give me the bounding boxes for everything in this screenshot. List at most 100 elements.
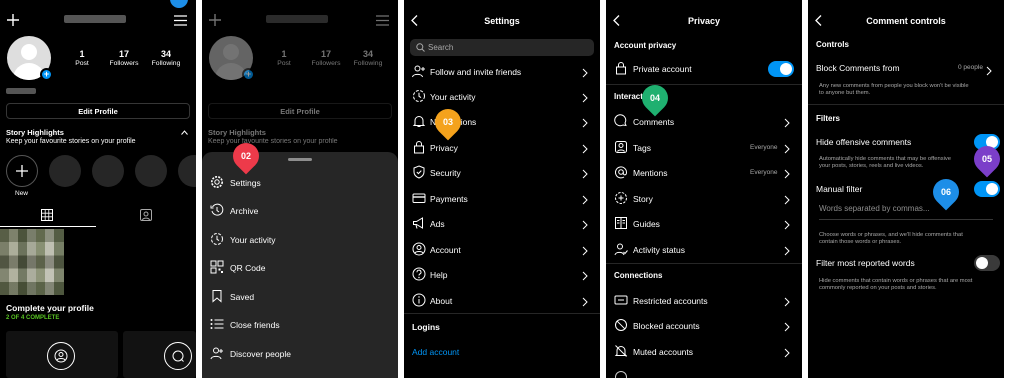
marker-01-partial <box>170 0 188 8</box>
your-activity-icon <box>210 232 224 246</box>
menu-discover-people[interactable]: Discover people <box>230 349 291 359</box>
controls-header: Controls <box>816 40 849 49</box>
privacy-mentions[interactable]: Mentions <box>633 168 668 178</box>
menu-your-activity[interactable]: Your activity <box>230 235 276 245</box>
chevron-right-icon <box>784 319 794 332</box>
manual-filter-toggle[interactable] <box>974 181 1000 197</box>
chevron-right-icon <box>582 192 592 205</box>
username-blurred <box>64 15 126 23</box>
settings-ads[interactable]: Ads <box>430 219 445 229</box>
posts-count: 1 <box>79 49 85 59</box>
archive-icon <box>210 203 224 217</box>
add-account-link[interactable]: Add account <box>412 347 459 357</box>
sheet-grabber[interactable] <box>288 158 312 161</box>
grid-tab-icon[interactable] <box>40 208 54 222</box>
privacy-tags[interactable]: Tags <box>633 143 651 153</box>
hide-offensive-label: Hide offensive comments <box>816 137 912 147</box>
section-divider <box>606 84 802 85</box>
search-icon <box>416 43 425 52</box>
profile-photo-card-icon <box>47 342 75 370</box>
add-story-plus-icon: + <box>242 68 255 81</box>
posts-count: 1 <box>281 49 287 59</box>
followers-count[interactable]: 17 <box>104 49 144 59</box>
privacy-comments[interactable]: Comments <box>633 117 674 127</box>
settings-screen: Settings Search Follow and invite friend… <box>404 0 600 378</box>
settings-payments[interactable]: Payments <box>430 194 468 204</box>
privacy-activity-status[interactable]: Activity status <box>633 245 685 255</box>
edit-profile-button: Edit Profile <box>208 103 392 119</box>
hide-offensive-description-2: your posts, stories, reels and live vide… <box>819 163 924 169</box>
hamburger-menu-icon[interactable] <box>173 14 187 26</box>
connections-header: Connections <box>614 271 663 280</box>
settings-privacy[interactable]: Privacy <box>430 143 458 153</box>
card-icon <box>412 191 426 205</box>
close-friends-icon <box>210 317 224 331</box>
block-description-2: to anyone but them. <box>819 90 871 96</box>
chevron-right-icon <box>784 345 794 358</box>
highlights-subtitle: Keep your favourite stories on your prof… <box>6 138 136 145</box>
privacy-story[interactable]: Story <box>633 194 653 204</box>
menu-saved[interactable]: Saved <box>230 292 254 302</box>
search-placeholder: Search <box>428 43 454 52</box>
edit-profile-button[interactable]: Edit Profile <box>6 103 190 119</box>
chevron-right-icon <box>784 141 794 154</box>
account-icon <box>412 242 426 256</box>
block-description-1: Any new comments from people you block w… <box>819 83 969 89</box>
manual-filter-input[interactable]: Words separated by commas... <box>819 204 930 213</box>
new-highlight-button[interactable] <box>6 155 38 187</box>
display-name-blurred <box>6 88 36 94</box>
followers-label[interactable]: Followers <box>102 60 146 67</box>
mention-icon <box>614 165 628 179</box>
profile-screen: + 1 Post 17 Followers 34 Following Edit … <box>0 0 196 378</box>
settings-about[interactable]: About <box>430 296 452 306</box>
chevron-right-icon <box>784 243 794 256</box>
page-title: Privacy <box>687 16 721 26</box>
guides-icon <box>614 216 628 230</box>
private-account-label: Private account <box>633 64 692 74</box>
active-tab-indicator <box>0 226 96 227</box>
privacy-guides[interactable]: Guides <box>633 219 660 229</box>
privacy-restricted[interactable]: Restricted accounts <box>633 296 708 306</box>
chevron-right-icon <box>582 65 592 78</box>
most-reported-toggle[interactable] <box>974 255 1000 271</box>
info-icon <box>412 293 426 307</box>
partial-row-icon <box>614 370 628 378</box>
private-account-toggle[interactable] <box>768 61 794 77</box>
menu-close-friends[interactable]: Close friends <box>230 320 280 330</box>
menu-qr-code[interactable]: QR Code <box>230 263 265 273</box>
most-reported-description-1: Hide comments that contain words or phra… <box>819 278 973 284</box>
tagged-tab-icon[interactable] <box>139 208 153 222</box>
input-underline <box>819 219 993 220</box>
username-blurred <box>266 15 328 23</box>
following-label[interactable]: Following <box>144 60 188 67</box>
new-highlight-label: New <box>15 190 29 197</box>
create-plus-icon[interactable] <box>6 13 20 27</box>
section-divider <box>606 263 802 264</box>
menu-archive[interactable]: Archive <box>230 206 258 216</box>
settings-help[interactable]: Help <box>430 270 447 280</box>
logins-header: Logins <box>412 322 440 332</box>
comment-controls-screen: Comment controls Controls Block Comments… <box>808 0 1004 378</box>
block-comments-from[interactable]: Block Comments from <box>816 63 900 73</box>
settings-security[interactable]: Security <box>430 168 461 178</box>
story-icon <box>614 191 628 205</box>
settings-your-activity[interactable]: Your activity <box>430 92 476 102</box>
chevron-right-icon <box>784 294 794 307</box>
manual-filter-label: Manual filter <box>816 184 863 194</box>
settings-account[interactable]: Account <box>430 245 461 255</box>
add-story-plus-icon[interactable]: + <box>40 68 53 81</box>
block-comments-value: 0 people <box>958 64 983 71</box>
highlight-placeholder <box>92 155 124 187</box>
following-count[interactable]: 34 <box>146 49 186 59</box>
search-input[interactable]: Search <box>410 39 594 56</box>
menu-settings[interactable]: Settings <box>230 178 261 188</box>
restricted-icon <box>614 293 628 307</box>
collapse-chevron-icon[interactable] <box>180 128 188 136</box>
megaphone-icon <box>412 216 426 230</box>
chevron-right-icon <box>582 90 592 103</box>
privacy-blocked[interactable]: Blocked accounts <box>633 321 700 331</box>
highlight-placeholder <box>135 155 167 187</box>
settings-follow-invite[interactable]: Follow and invite friends <box>430 67 521 77</box>
privacy-muted[interactable]: Muted accounts <box>633 347 693 357</box>
page-title: Comment controls <box>866 16 946 26</box>
